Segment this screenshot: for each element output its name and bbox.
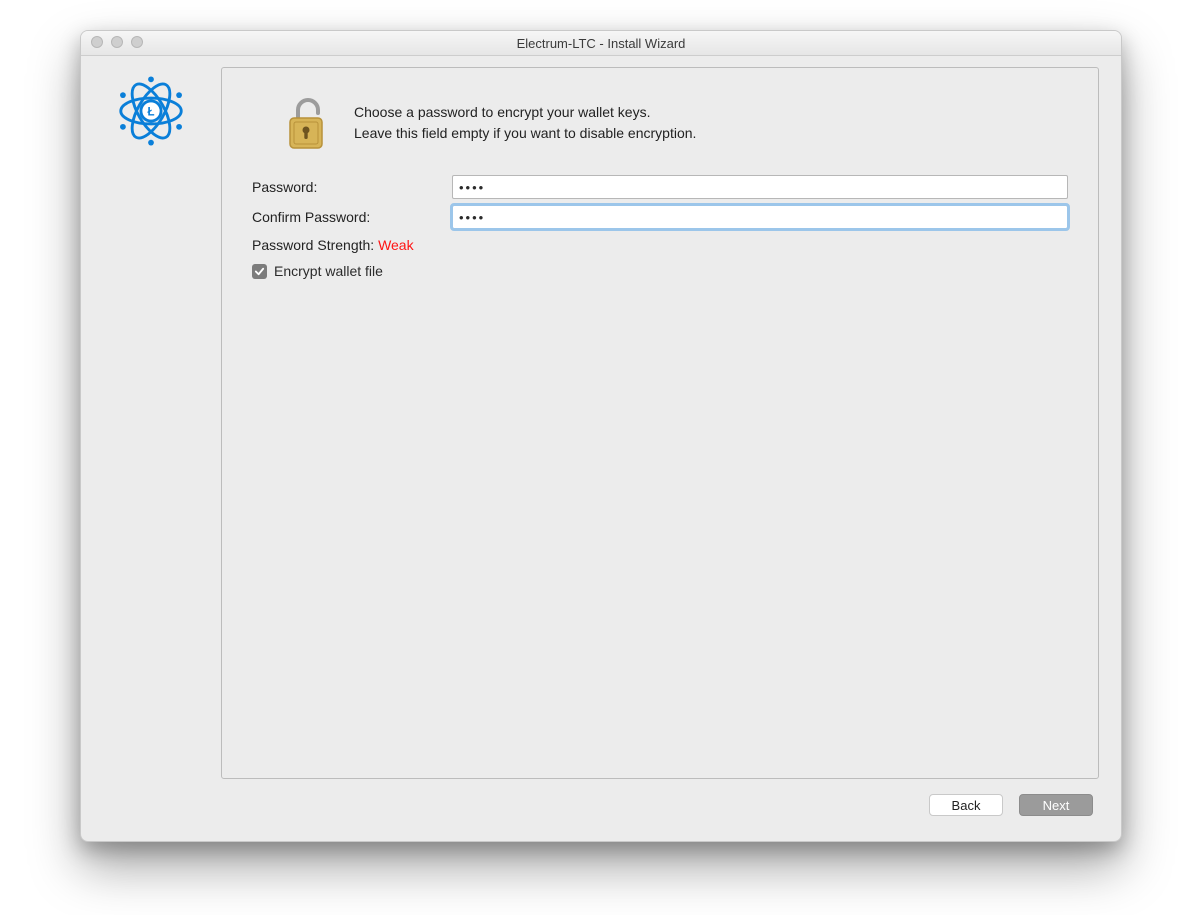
password-label: Password:	[252, 179, 452, 195]
password-strength-value: Weak	[378, 237, 414, 253]
padlock-icon	[282, 96, 330, 155]
back-button[interactable]: Back	[929, 794, 1003, 816]
encrypt-wallet-label: Encrypt wallet file	[274, 263, 383, 279]
password-strength-row: Password Strength: Weak	[252, 237, 1068, 253]
confirm-password-input[interactable]: ••••	[452, 205, 1068, 229]
password-strength-label: Password Strength:	[252, 237, 378, 253]
zoom-window-button[interactable]	[131, 36, 143, 48]
intro-line-1: Choose a password to encrypt your wallet…	[354, 102, 696, 123]
password-input[interactable]: ••••	[452, 175, 1068, 199]
intro-line-2: Leave this field empty if you want to di…	[354, 123, 696, 144]
next-button[interactable]: Next	[1019, 794, 1093, 816]
confirm-password-label: Confirm Password:	[252, 209, 452, 225]
sidebar: Ł	[81, 55, 221, 841]
close-window-button[interactable]	[91, 36, 103, 48]
encrypt-wallet-checkbox[interactable]	[252, 264, 267, 279]
electrum-ltc-logo-icon: Ł	[115, 75, 187, 150]
footer: Back Next	[221, 779, 1099, 827]
window-title: Electrum-LTC - Install Wizard	[517, 36, 686, 51]
main-panel: Choose a password to encrypt your wallet…	[221, 67, 1099, 779]
svg-text:Ł: Ł	[147, 106, 154, 118]
minimize-window-button[interactable]	[111, 36, 123, 48]
intro-text: Choose a password to encrypt your wallet…	[354, 96, 696, 144]
titlebar: Electrum-LTC - Install Wizard	[81, 31, 1121, 56]
install-wizard-window: Electrum-LTC - Install Wizard Ł	[80, 30, 1122, 842]
window-controls	[91, 36, 143, 48]
